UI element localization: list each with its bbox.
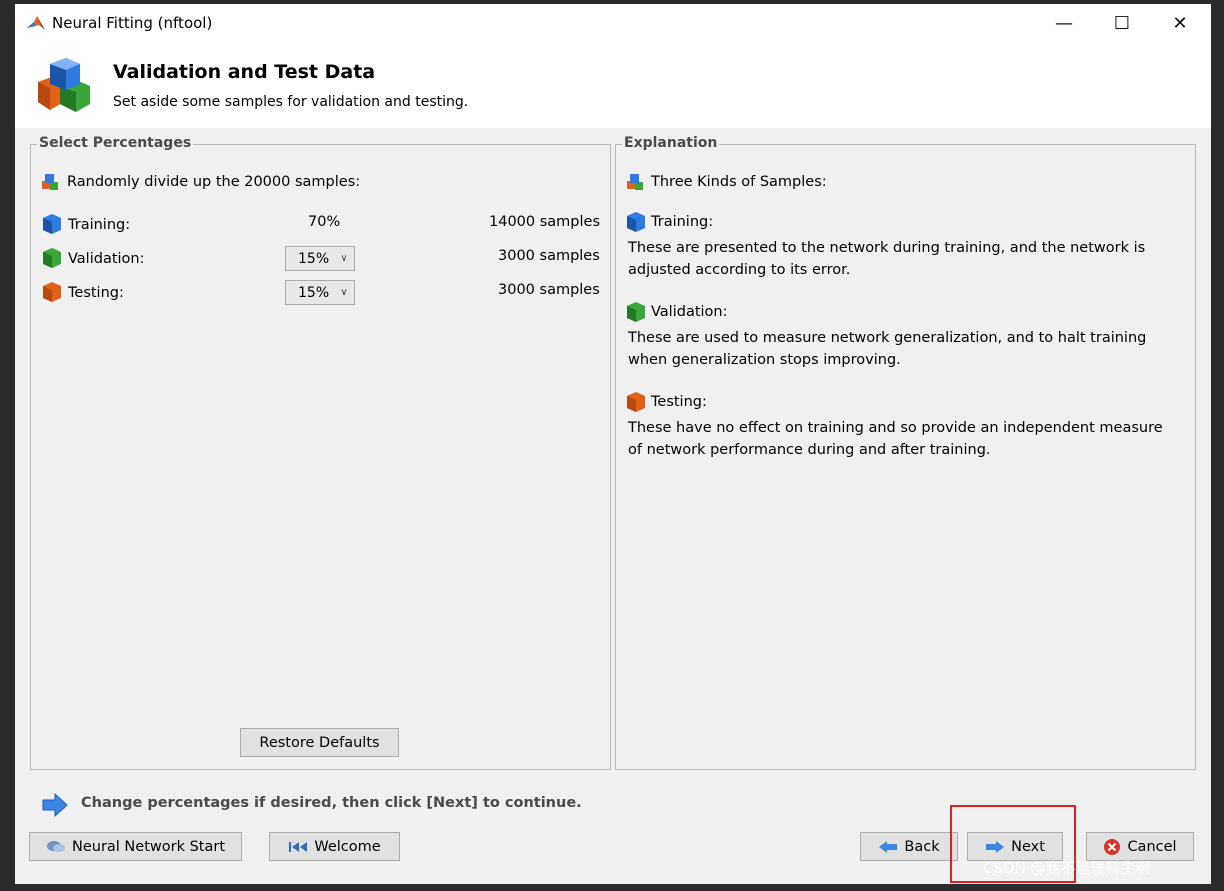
arrow-right-icon — [42, 792, 68, 818]
testing-percent-value: 15% — [298, 284, 330, 301]
cancel-x-icon — [1104, 838, 1121, 855]
close-button[interactable]: ✕ — [1151, 4, 1209, 42]
validation-percent-value: 15% — [298, 250, 330, 267]
restore-defaults-button[interactable]: Restore Defaults — [240, 728, 399, 757]
chat-bubbles-icon — [46, 840, 65, 852]
hint-text: Change percentages if desired, then clic… — [81, 795, 582, 811]
testing-samples: 3000 samples — [498, 282, 600, 298]
training-samples: 14000 samples — [489, 214, 601, 230]
panel-legend: Explanation — [622, 135, 720, 151]
page-subtitle: Set aside some samples for validation an… — [113, 94, 469, 110]
chevron-down-icon: ∨ — [340, 287, 348, 298]
nftool-window: Neural Fitting (nftool) — ☐ ✕ Validation… — [15, 4, 1211, 884]
validation-heading: Validation: — [651, 304, 728, 320]
testing-percent-select[interactable]: 15% ∨ — [285, 280, 355, 305]
cubes-small-icon — [42, 174, 58, 190]
matlab-logo-icon — [27, 16, 45, 30]
validation-desc-line2: when generalization stops improving. — [628, 352, 901, 368]
training-desc-line2: adjusted according to its error. — [628, 262, 851, 278]
page-header: Validation and Test Data Set aside some … — [15, 42, 1211, 128]
cancel-label: Cancel — [1127, 838, 1177, 855]
neural-network-start-label: Neural Network Start — [71, 838, 225, 855]
blue-cube-icon — [627, 212, 645, 232]
maximize-button[interactable]: ☐ — [1093, 4, 1151, 42]
explanation-intro: Three Kinds of Samples: — [651, 174, 827, 190]
green-cube-icon — [43, 248, 61, 268]
watermark: CSDN @我不是理科生啊 — [983, 859, 1151, 877]
blue-cube-icon — [43, 214, 61, 234]
welcome-button[interactable]: Welcome — [269, 832, 400, 861]
select-percentages-panel: Select Percentages Randomly divide up th… — [30, 135, 611, 770]
window-title: Neural Fitting (nftool) — [52, 14, 213, 32]
validation-samples: 3000 samples — [498, 248, 600, 264]
testing-desc-line1: These have no effect on training and so … — [628, 420, 1163, 436]
testing-heading: Testing: — [651, 394, 707, 410]
divide-intro: Randomly divide up the 20000 samples: — [67, 174, 361, 190]
back-label: Back — [904, 838, 940, 855]
arrow-left-icon — [879, 840, 898, 853]
orange-cube-icon — [43, 282, 61, 302]
validation-percent-select[interactable]: 15% ∨ — [285, 246, 355, 271]
training-label: Training: — [68, 217, 131, 233]
welcome-label: Welcome — [314, 838, 381, 855]
testing-label: Testing: — [68, 285, 124, 301]
neural-network-start-button[interactable]: Neural Network Start — [29, 832, 242, 861]
validation-label: Validation: — [68, 251, 145, 267]
page-title: Validation and Test Data — [113, 61, 376, 83]
training-percent: 70% — [308, 214, 341, 230]
cubes-icon — [38, 58, 90, 112]
training-desc-line1: These are presented to the network durin… — [628, 240, 1146, 256]
explanation-panel: Explanation Three Kinds of Samples: Trai… — [615, 135, 1196, 770]
green-cube-icon — [627, 302, 645, 322]
chevron-down-icon: ∨ — [340, 253, 348, 264]
testing-desc-line2: of network performance during and after … — [628, 442, 991, 458]
minimize-button[interactable]: — — [1035, 4, 1093, 42]
title-bar: Neural Fitting (nftool) — ☐ ✕ — [15, 4, 1211, 42]
panel-legend: Select Percentages — [37, 135, 194, 151]
rewind-icon — [289, 841, 308, 852]
orange-cube-icon — [627, 392, 645, 412]
cubes-small-icon — [627, 174, 643, 190]
back-button[interactable]: Back — [860, 832, 958, 861]
training-heading: Training: — [651, 214, 714, 230]
validation-desc-line1: These are used to measure network genera… — [628, 330, 1147, 346]
